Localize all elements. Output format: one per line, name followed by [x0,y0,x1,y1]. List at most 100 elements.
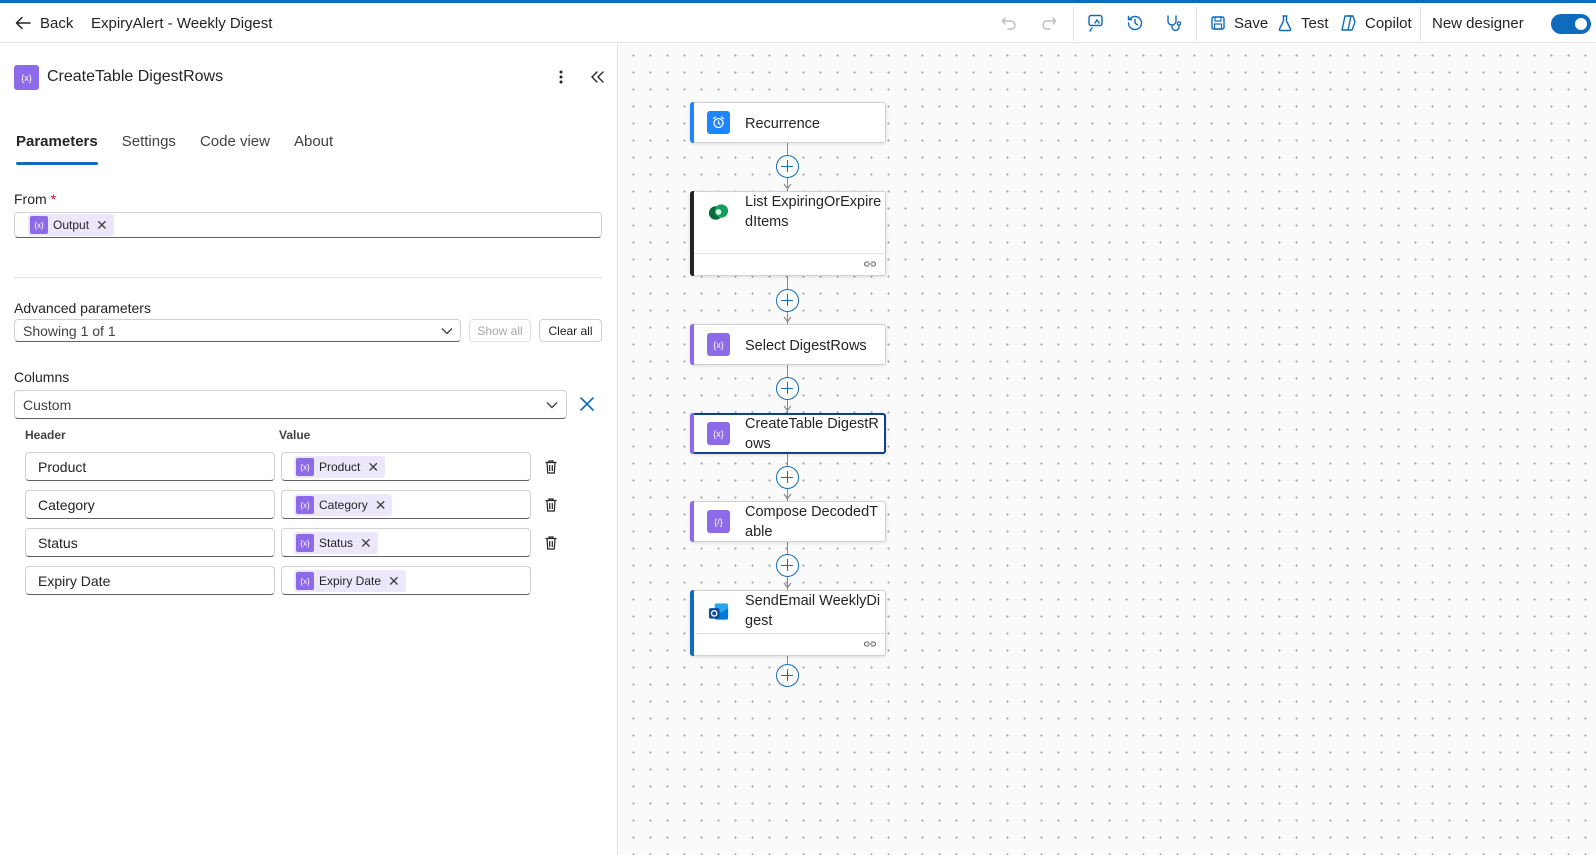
value-input-product[interactable]: {x} Product ✕ [281,452,531,481]
tab-code-view[interactable]: Code view [200,133,270,165]
save-icon [1211,16,1225,30]
clear-columns-button[interactable] [578,395,596,416]
add-action-button[interactable] [776,466,799,489]
product-token[interactable]: {x} Product ✕ [294,456,386,478]
delete-row-icon[interactable] [543,459,559,475]
header-input-value: Expiry Date [38,573,111,589]
chevron-down-icon [441,328,453,335]
card-footer-divider [694,253,885,254]
dataverse-icon [707,200,730,223]
token-label: Status [319,536,354,550]
arrow-down-icon [783,405,792,412]
header-input-product[interactable]: Product [25,452,275,481]
new-designer-label: New designer [1432,14,1524,32]
flow-canvas[interactable]: Recurrence List ExpiringOrExpiredItems {… [619,44,1596,855]
data-operation-icon: {x} [296,572,314,590]
show-all-button[interactable]: Show all [469,319,531,342]
required-mark: * [50,191,57,207]
alarm-clock-icon [707,111,730,134]
remove-token-icon[interactable]: ✕ [96,217,108,234]
card-footer-divider [694,633,885,634]
add-action-button[interactable] [776,554,799,577]
clear-all-button[interactable]: Clear all [539,319,602,342]
delete-row-icon[interactable] [543,497,559,513]
data-operation-icon: {x} [14,65,39,90]
data-operation-icon: {x} [296,458,314,476]
tab-about[interactable]: About [294,133,333,165]
card-title: SendEmail WeeklyDigest [745,593,881,629]
value-input-category[interactable]: {x} Category ✕ [281,490,531,519]
save-label: Save [1234,14,1269,32]
toolbar-divider [1073,7,1074,41]
card-send-email-weekly-digest[interactable]: SendEmail WeeklyDigest [690,590,886,656]
advanced-parameters-dropdown[interactable]: Showing 1 of 1 [14,319,461,342]
remove-token-icon[interactable]: ✕ [375,497,387,514]
flow-health-button[interactable] [1164,3,1184,43]
redo-button[interactable] [1040,3,1058,43]
action-title: CreateTable DigestRows [47,68,224,85]
card-list-expiring-items[interactable]: List ExpiringOrExpiredItems [690,191,886,276]
header-input-status[interactable]: Status [25,528,275,557]
delete-row-icon[interactable] [543,535,559,551]
card-accent [690,501,694,542]
new-designer-toggle[interactable] [1551,14,1591,34]
value-input-status[interactable]: {x} Status ✕ [281,528,531,557]
token-label: Product [319,460,361,474]
data-operation-icon: {x} [296,534,314,552]
copilot-icon [1341,15,1356,31]
value-column-label: Value [279,428,311,442]
header-input-value: Category [38,497,95,513]
category-token[interactable]: {x} Category ✕ [294,494,393,516]
header-input-value: Status [38,535,78,551]
undo-button[interactable] [1000,3,1018,43]
output-token[interactable]: {x} Output ✕ [28,214,114,236]
undo-icon [1001,17,1016,30]
header-column-label: Header [25,428,66,442]
test-button[interactable]: Test [1277,3,1329,43]
tab-parameters[interactable]: Parameters [16,133,98,165]
from-field[interactable]: {x} Output ✕ [14,212,602,238]
compose-icon: {/} [707,510,730,533]
card-recurrence[interactable]: Recurrence [690,102,886,143]
remove-token-icon[interactable]: ✕ [388,573,400,590]
expiry-date-token[interactable]: {x} Expiry Date ✕ [294,570,406,592]
from-label: From * [14,191,56,207]
add-action-button[interactable] [776,155,799,178]
action-details-panel: {x} CreateTable DigestRows Parameters Se… [0,44,618,855]
card-accent [690,324,694,365]
token-label: Output [53,218,90,232]
copilot-button[interactable]: Copilot [1338,3,1412,43]
data-operation-icon: {x} [30,216,48,234]
collapse-panel-button[interactable] [589,68,605,89]
flow-checker-button[interactable] [1086,3,1106,43]
arrow-down-icon [783,493,792,500]
header-input-expiry-date[interactable]: Expiry Date [25,566,275,595]
card-create-table-digest-rows[interactable]: {x} CreateTable DigestRows [690,413,886,454]
status-token[interactable]: {x} Status ✕ [294,532,378,554]
remove-token-icon[interactable]: ✕ [360,535,372,552]
version-history-button[interactable] [1125,3,1145,43]
chevron-double-left-icon [591,71,604,83]
tab-settings[interactable]: Settings [122,133,176,165]
stethoscope-icon [1167,15,1182,32]
card-title: Recurrence [745,116,820,132]
panel-tabs: Parameters Settings Code view About [16,133,357,165]
add-action-button[interactable] [776,664,799,687]
value-input-expiry-date[interactable]: {x} Expiry Date ✕ [281,566,531,595]
header-input-category[interactable]: Category [25,490,275,519]
card-title: Select DigestRows [745,338,867,354]
close-icon [580,397,594,411]
card-title: List ExpiringOrExpiredItems [745,194,882,230]
link-icon [863,261,877,267]
advanced-parameters-value: Showing 1 of 1 [23,323,116,339]
columns-dropdown[interactable]: Custom [14,390,567,419]
flask-icon [1278,15,1292,32]
save-button[interactable]: Save [1210,3,1268,43]
more-options-button[interactable] [554,68,568,89]
add-action-button[interactable] [776,377,799,400]
card-compose-decoded-table[interactable]: {/} Compose DecodedTable [690,501,886,542]
card-select-digest-rows[interactable]: {x} Select DigestRows [690,324,886,365]
add-action-button[interactable] [776,289,799,312]
back-button[interactable]: Back [14,3,73,43]
remove-token-icon[interactable]: ✕ [367,459,379,476]
